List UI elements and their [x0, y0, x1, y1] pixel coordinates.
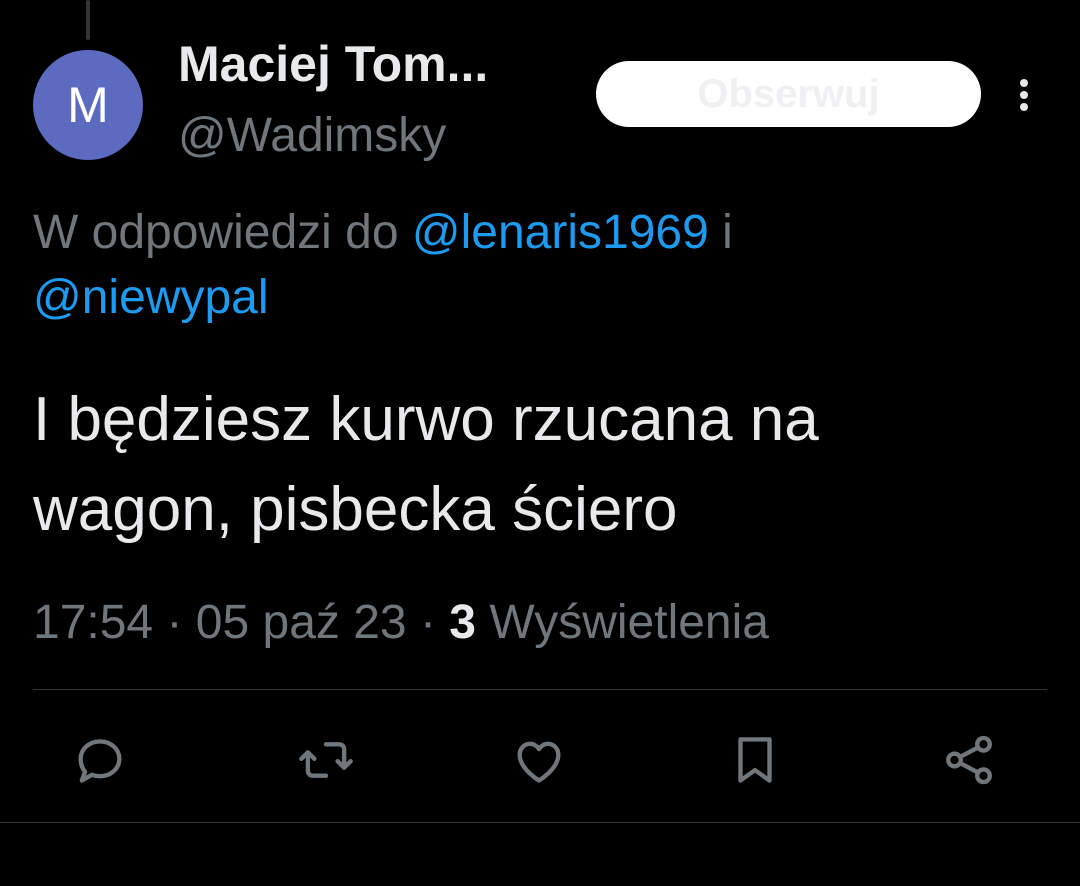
- retweet-icon: [299, 742, 353, 778]
- retweet-button[interactable]: [291, 725, 361, 795]
- bottom-divider: [0, 822, 1080, 823]
- mention-link-niewypal[interactable]: @niewypal: [33, 271, 269, 324]
- author-display-name[interactable]: Maciej Tom...: [178, 36, 488, 94]
- tweet-text-line-1: I będziesz kurwo rzucana na: [33, 385, 819, 454]
- meta-separator: ·: [153, 596, 196, 649]
- reply-icon: [78, 739, 122, 783]
- tweet-meta: 17:54 · 05 paź 23 · 3 Wyświetlenia: [33, 590, 769, 655]
- reply-context-conjunction: i: [708, 206, 733, 259]
- tweet-text-line-2: wagon, pisbecka ściero: [33, 475, 678, 544]
- views-count: 3: [449, 596, 476, 649]
- bookmark-button[interactable]: [720, 725, 790, 795]
- meta-separator: ·: [406, 596, 450, 649]
- like-button[interactable]: [504, 725, 574, 795]
- like-icon: [517, 741, 561, 783]
- author-handle[interactable]: @Wadimsky: [178, 108, 446, 163]
- reply-context-prefix: W odpowiedzi do: [33, 206, 412, 259]
- follow-button[interactable]: Obserwuj: [596, 61, 981, 127]
- divider: [33, 689, 1047, 690]
- tweet-time[interactable]: 17:54: [33, 596, 153, 649]
- avatar[interactable]: M: [33, 50, 143, 160]
- more-vertical-icon: [1020, 79, 1028, 111]
- avatar-letter: M: [67, 77, 109, 133]
- bookmark-icon: [738, 737, 772, 783]
- share-icon: [946, 735, 992, 785]
- thread-connector-line: [86, 0, 90, 40]
- tweet-text: I będziesz kurwo rzucana na wagon, pisbe…: [33, 375, 1033, 555]
- tweet-date[interactable]: 05 paź 23: [196, 596, 407, 649]
- views-label: Wyświetlenia: [475, 596, 769, 649]
- action-bar: [0, 725, 1080, 795]
- share-button[interactable]: [934, 725, 1004, 795]
- reply-context: W odpowiedzi do @lenaris1969 i @niewypal: [33, 200, 1033, 330]
- more-options-button[interactable]: [1004, 72, 1044, 118]
- follow-button-label: Obserwuj: [697, 71, 880, 116]
- mention-link-lenaris1969[interactable]: @lenaris1969: [412, 206, 709, 259]
- reply-button[interactable]: [65, 725, 135, 795]
